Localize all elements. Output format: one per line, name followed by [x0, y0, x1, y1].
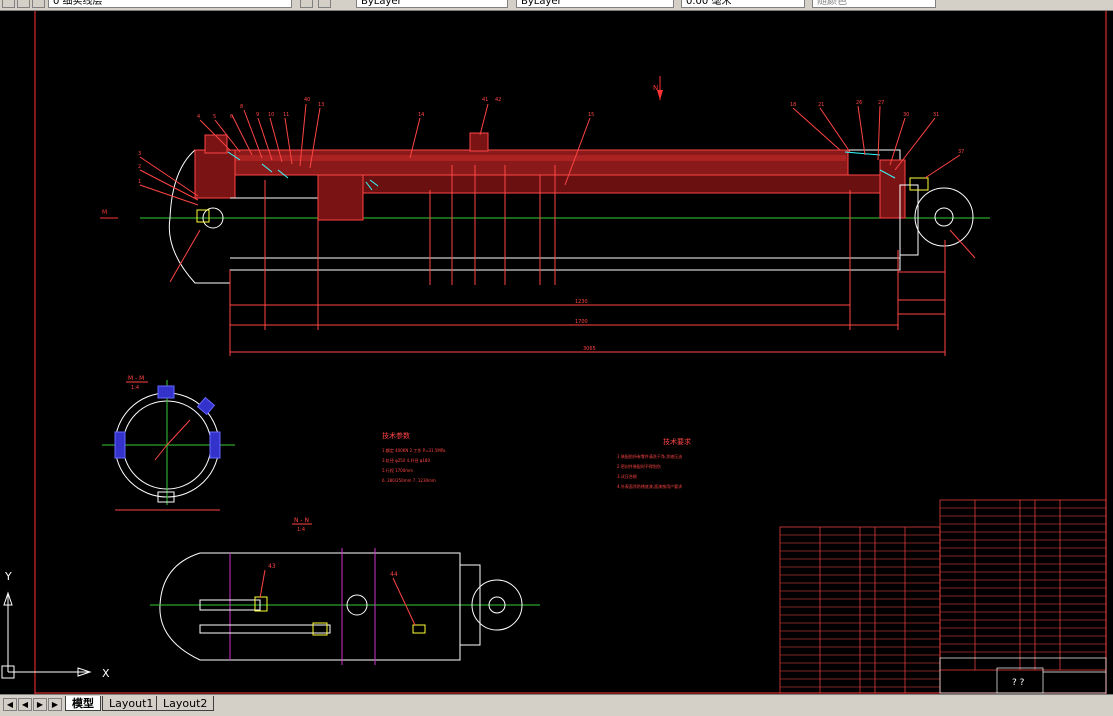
svg-text:技术要求: 技术要求 — [663, 437, 691, 446]
svg-text:6: 6 — [230, 114, 233, 120]
svg-text:15: 15 — [588, 112, 594, 118]
svg-text:技术参数: 技术参数 — [382, 431, 410, 440]
svg-text:5.行程 1700mm: 5.行程 1700mm — [382, 467, 413, 473]
svg-text:1:4: 1:4 — [297, 527, 305, 533]
layer-state-icon[interactable] — [2, 0, 15, 8]
layer-dropdown[interactable]: 0 细实线层 — [48, 0, 292, 8]
svg-text:4.外表面涂防锈底漆,面漆按用户要求: 4.外表面涂防锈底漆,面漆按用户要求 — [617, 483, 682, 489]
svg-text:6. 280/250mm 7. 1230mm: 6. 280/250mm 7. 1230mm — [382, 478, 436, 483]
cylinder-assembly: 3065 1700 1230 321 4 5 6 89 10 114013 14… — [138, 97, 990, 356]
svg-text:5: 5 — [213, 114, 216, 120]
title-block: ? ? — [939, 657, 1107, 694]
svg-text:3.试压合格: 3.试压合格 — [617, 473, 637, 479]
svg-text:27: 27 — [878, 100, 884, 106]
svg-text:2.密封件装配时不得划伤: 2.密封件装配时不得划伤 — [617, 463, 661, 469]
svg-text:2: 2 — [138, 164, 141, 170]
color-dropdown[interactable]: ByLayer — [356, 0, 508, 8]
svg-text:31: 31 — [933, 112, 939, 118]
svg-text:41: 41 — [482, 97, 488, 103]
tab-model[interactable]: 模型 — [65, 696, 101, 711]
svg-text:44: 44 — [390, 571, 398, 578]
last-tab-button[interactable]: ▶ — [48, 698, 62, 711]
make-current-icon[interactable] — [300, 0, 313, 8]
parts-list-rows — [780, 507, 1106, 688]
ucs-icon: Y X — [1, 570, 110, 680]
svg-text:X: X — [102, 667, 110, 680]
prev-tab-button[interactable]: ◀ — [18, 698, 32, 711]
svg-text:? ?: ? ? — [1012, 678, 1025, 688]
first-tab-button[interactable]: ◀ — [3, 698, 17, 711]
svg-text:21: 21 — [818, 102, 824, 108]
svg-text:30: 30 — [903, 112, 909, 118]
north-arrow: N — [653, 76, 663, 100]
svg-text:N: N — [653, 84, 658, 92]
properties-toolbar: 0 细实线层 ByLayer ByLayer 0.00 毫米 随颜色 — [0, 0, 1113, 11]
technical-requirements: 技术参数 1.额定 400KN 2.工作 P=31.5MPa 3.缸径 φ250… — [382, 431, 691, 489]
drawing-canvas[interactable]: N M 3065 1700 1230 321 4 5 6 89 10 11401… — [0, 11, 1113, 694]
svg-text:14: 14 — [418, 112, 424, 118]
svg-text:10: 10 — [268, 112, 274, 118]
section-view-m-m: M - M 1:4 — [102, 375, 235, 511]
layer-freeze-icon[interactable] — [17, 0, 30, 8]
svg-text:42: 42 — [495, 97, 501, 103]
svg-text:M: M — [102, 209, 107, 216]
svg-text:3065: 3065 — [583, 346, 596, 352]
tab-layout1[interactable]: Layout1 — [102, 696, 161, 711]
svg-text:1.装配前所有零件清洗干净,涂液压油: 1.装配前所有零件清洗干净,涂液压油 — [617, 453, 682, 459]
linetype-dropdown[interactable]: ByLayer — [516, 0, 674, 8]
svg-text:13: 13 — [318, 102, 324, 108]
next-tab-button[interactable]: ▶ — [33, 698, 47, 711]
layer-previous-icon[interactable] — [318, 0, 331, 8]
svg-text:M - M: M - M — [128, 375, 144, 382]
parts-list-table — [779, 499, 1107, 694]
svg-text:40: 40 — [304, 97, 310, 103]
svg-text:1700: 1700 — [575, 319, 588, 325]
svg-text:1230: 1230 — [575, 299, 588, 305]
layer-lock-icon[interactable] — [32, 0, 45, 8]
svg-text:43: 43 — [268, 563, 276, 570]
svg-text:11: 11 — [283, 112, 289, 118]
svg-text:1:4: 1:4 — [131, 385, 139, 391]
tab-layout2[interactable]: Layout2 — [156, 696, 215, 711]
svg-text:9: 9 — [256, 112, 259, 118]
svg-text:Y: Y — [4, 570, 12, 583]
lineweight-dropdown[interactable]: 0.00 毫米 — [681, 0, 805, 8]
svg-text:1: 1 — [138, 179, 141, 185]
side-view-n-n: N - N 1:4 43 44 — [150, 517, 540, 665]
plotstyle-dropdown[interactable]: 随颜色 — [812, 0, 936, 8]
section-marker-left: M — [100, 209, 118, 219]
svg-text:8: 8 — [240, 104, 243, 110]
svg-text:18: 18 — [790, 102, 796, 108]
svg-text:37: 37 — [958, 149, 964, 155]
svg-text:4: 4 — [197, 114, 200, 120]
svg-text:26: 26 — [856, 100, 862, 106]
svg-text:3: 3 — [138, 151, 141, 157]
layout-tab-bar: ◀ ◀ ▶ ▶ 模型 Layout1 Layout2 — [0, 694, 1113, 716]
svg-text:N - N: N - N — [294, 517, 309, 524]
svg-text:1.额定 400KN 2.工作 P=31.5MPa: 1.额定 400KN 2.工作 P=31.5MPa — [382, 447, 446, 453]
svg-text:3.缸径 φ250 4.杆径 φ180: 3.缸径 φ250 4.杆径 φ180 — [382, 457, 430, 463]
